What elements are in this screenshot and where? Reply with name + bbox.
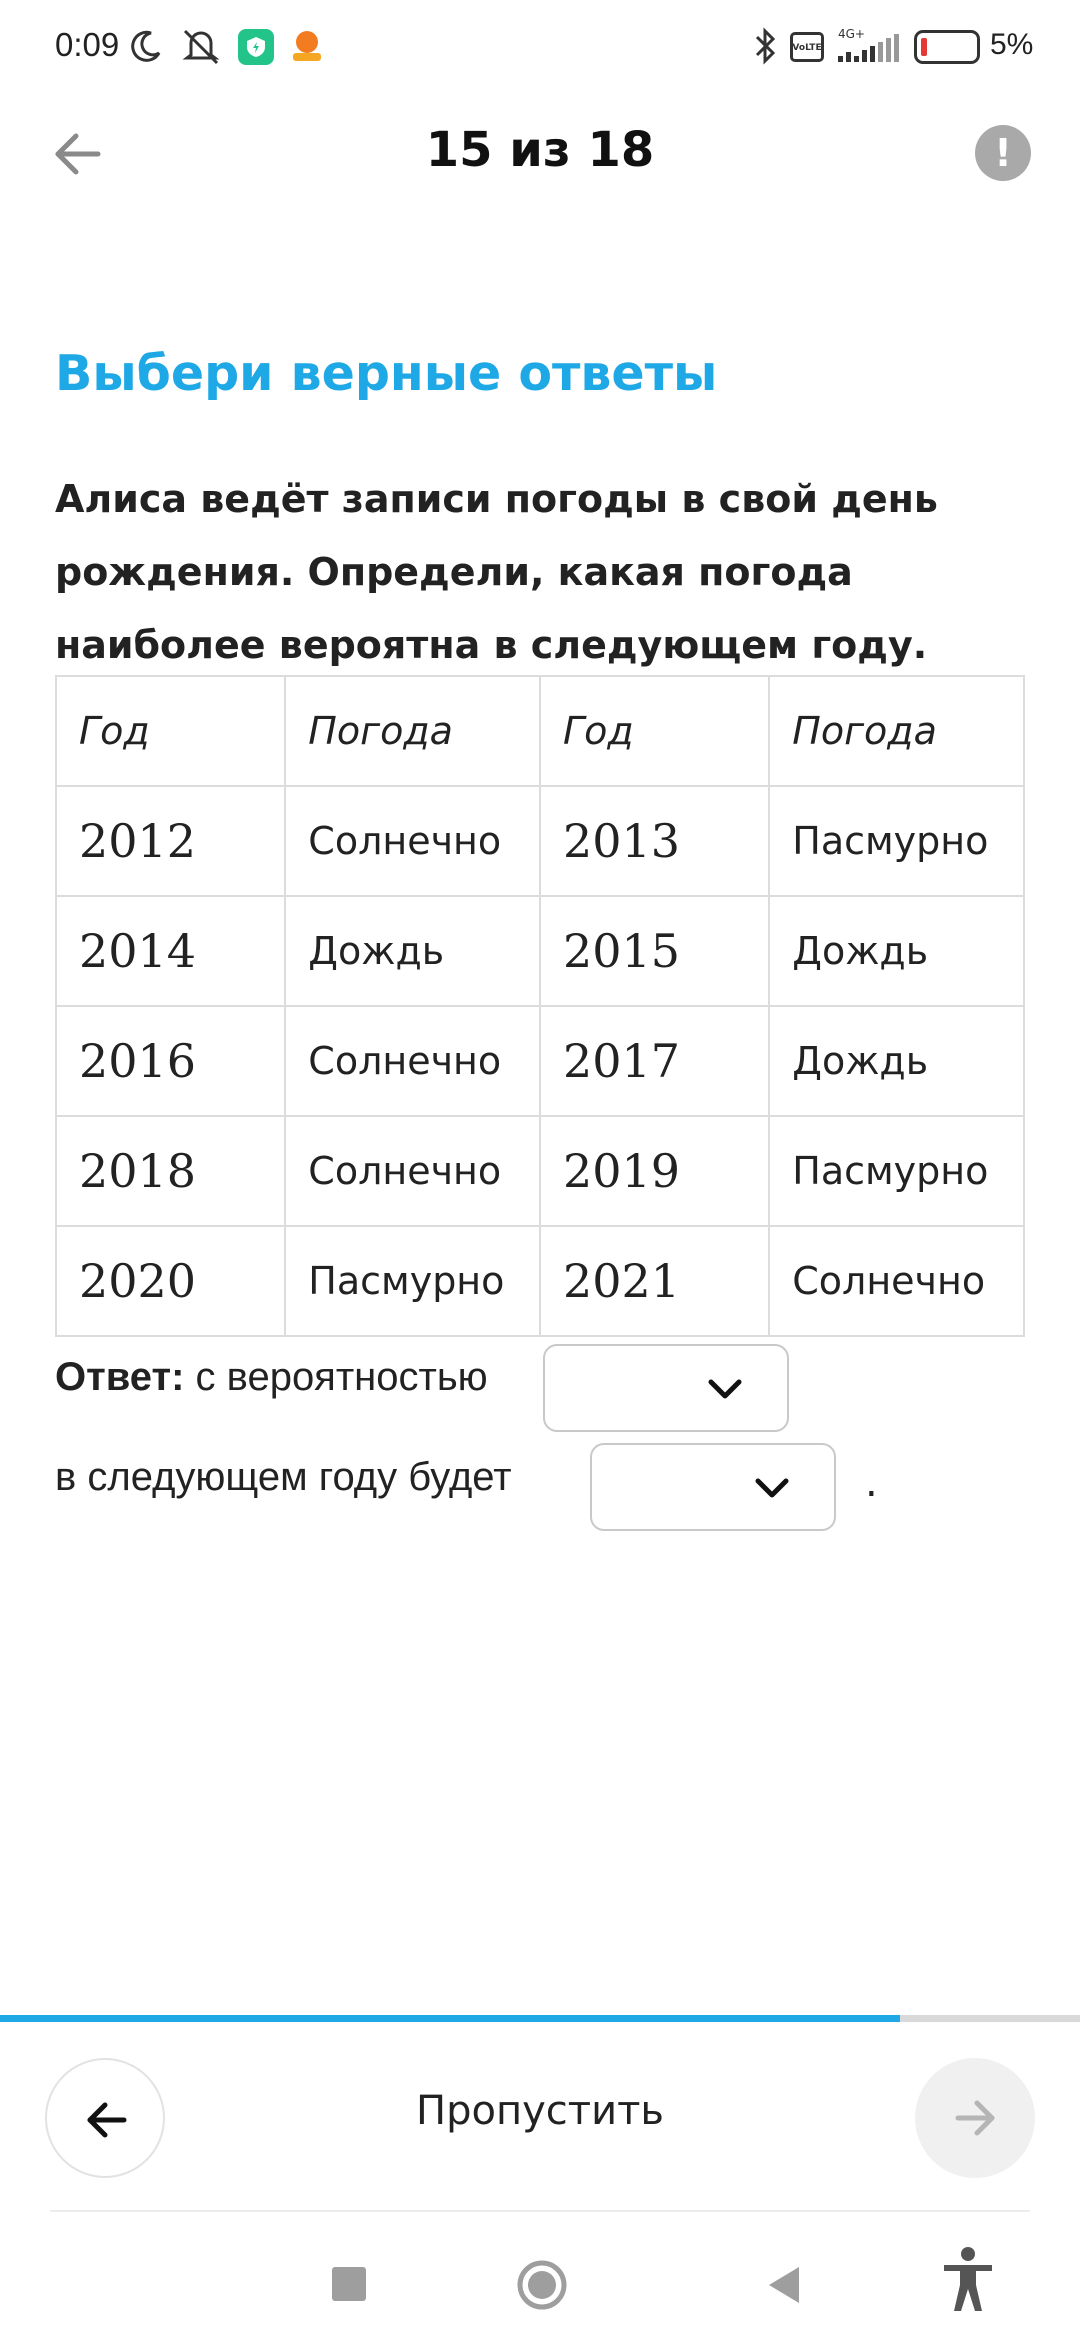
page-counter: 15 из 18 xyxy=(425,122,655,178)
answer-line-1: Ответ: с вероятностью xyxy=(55,1355,488,1400)
weather-cell: Дождь xyxy=(768,1005,1025,1117)
table-row: 2014 Дождь 2015 Дождь xyxy=(54,895,1025,1007)
battery-icon xyxy=(914,30,980,64)
previous-button[interactable] xyxy=(45,2058,165,2178)
answer-label: Ответ: xyxy=(55,1355,185,1399)
table-row: 2018 Солнечно 2019 Пасмурно xyxy=(54,1115,1025,1227)
footer-divider xyxy=(50,2210,1030,2212)
table-header-cell: Погода xyxy=(768,675,1025,787)
weather-cell: Солнечно xyxy=(284,1005,541,1117)
accessibility-icon xyxy=(944,2247,992,2311)
triangle-back-icon xyxy=(769,2267,799,2303)
chevron-down-icon xyxy=(755,1478,789,1498)
table-header-cell: Год xyxy=(54,675,287,787)
status-bar: 0:09 Vo LTE 4G+ 5% xyxy=(0,0,1080,96)
answer-text-next-year: в следующем году будет xyxy=(55,1455,512,1499)
answer-line-2: в следующем году будет xyxy=(55,1455,512,1500)
year-cell: 2013 xyxy=(538,785,771,897)
status-time: 0:09 xyxy=(55,26,120,63)
circle-icon xyxy=(517,2260,567,2310)
weather-cell: Солнечно xyxy=(284,785,541,897)
arrow-left-icon xyxy=(87,2102,127,2138)
question-text: Алиса ведёт записи погоды в свой день ро… xyxy=(55,477,938,667)
shield-app-icon xyxy=(238,29,274,65)
report-button[interactable]: ! xyxy=(975,125,1031,181)
arrow-right-icon xyxy=(955,2100,995,2136)
task-title: Выбери верные ответы xyxy=(55,345,718,402)
home-button[interactable] xyxy=(512,2255,572,2315)
year-cell: 2012 xyxy=(54,785,287,897)
weather-select[interactable] xyxy=(590,1443,836,1531)
avatar-app-icon xyxy=(287,26,327,66)
table-row: 2020 Пасмурно 2021 Солнечно xyxy=(54,1225,1025,1337)
weather-cell: Пасмурно xyxy=(768,785,1025,897)
moon-icon xyxy=(128,26,164,66)
year-cell: 2017 xyxy=(538,1005,771,1117)
weather-cell: Пасмурно xyxy=(284,1225,541,1337)
volte-icon: Vo LTE xyxy=(790,32,824,62)
table-header-row: Год Погода Год Погода xyxy=(54,675,1025,787)
year-cell: 2018 xyxy=(54,1115,287,1227)
year-cell: 2019 xyxy=(538,1115,771,1227)
table-row: 2016 Солнечно 2017 Дождь xyxy=(54,1005,1025,1117)
signal-icon: 4G+ xyxy=(834,26,904,66)
table-header-cell: Погода xyxy=(284,675,541,787)
year-cell: 2015 xyxy=(538,895,771,1007)
progress-fill xyxy=(0,2015,900,2022)
table-header-cell: Год xyxy=(538,675,771,787)
bluetooth-icon xyxy=(750,26,780,66)
weather-table: Год Погода Год Погода 2012 Солнечно 2013… xyxy=(54,675,1025,1337)
battery-percent: 5% xyxy=(990,28,1034,61)
weather-cell: Дождь xyxy=(284,895,541,1007)
accessibility-button[interactable] xyxy=(938,2245,998,2315)
next-button[interactable] xyxy=(915,2058,1035,2178)
probability-select[interactable] xyxy=(543,1344,789,1432)
answer-text-probability: с вероятностью xyxy=(195,1355,488,1399)
year-cell: 2020 xyxy=(54,1225,287,1337)
chevron-down-icon xyxy=(708,1379,742,1399)
square-icon xyxy=(332,2267,366,2301)
weather-cell: Солнечно xyxy=(768,1225,1025,1337)
mute-icon xyxy=(178,26,224,66)
skip-button[interactable]: Пропустить xyxy=(340,2088,740,2134)
year-cell: 2016 xyxy=(54,1005,287,1117)
table-row: 2012 Солнечно 2013 Пасмурно xyxy=(54,785,1025,897)
weather-cell: Солнечно xyxy=(284,1115,541,1227)
recent-apps-button[interactable] xyxy=(320,2255,380,2315)
system-back-button[interactable] xyxy=(757,2255,817,2315)
progress-bar xyxy=(0,2015,1080,2022)
weather-cell: Дождь xyxy=(768,895,1025,1007)
svg-text:4G+: 4G+ xyxy=(838,27,865,41)
year-cell: 2014 xyxy=(54,895,287,1007)
year-cell: 2021 xyxy=(538,1225,771,1337)
weather-cell: Пасмурно xyxy=(768,1115,1025,1227)
sentence-period: . xyxy=(865,1460,878,1506)
